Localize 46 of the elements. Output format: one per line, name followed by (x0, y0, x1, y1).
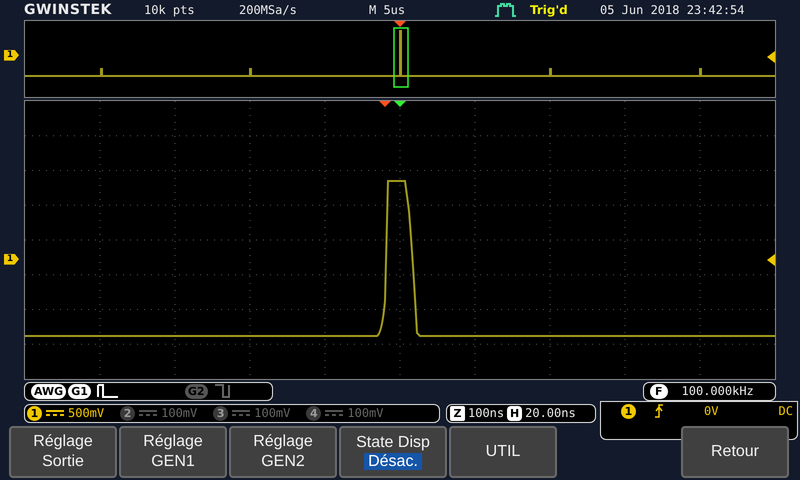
horizontal-position-icon (394, 100, 406, 107)
zoom-window (393, 26, 409, 88)
trigger-coupling: DC (778, 404, 793, 418)
channel-badge: 3 (213, 406, 228, 421)
frequency-badge: F (650, 384, 668, 399)
date-time: 05 Jun 2018 23:42:54 (600, 2, 746, 17)
channel-scale: 100mV (161, 406, 198, 420)
softkey-button[interactable]: Réglage GEN2 (229, 426, 337, 478)
dc-coupling-icon (139, 409, 158, 418)
dc-coupling-icon (232, 409, 250, 418)
softkey-button[interactable]: Retour (681, 426, 789, 478)
channel-scale: 100mV (347, 406, 384, 420)
zoom-scale: 100ns (468, 406, 504, 420)
pulse-icon (96, 384, 119, 398)
channel-badge: 1 (27, 406, 42, 421)
record-length: 10k pts (144, 2, 196, 17)
softkey-button[interactable]: Réglage GEN1 (119, 426, 227, 478)
trigger-position-icon (394, 20, 406, 27)
channel-scale: 500mV (68, 406, 104, 420)
channel-marker: 1 (4, 50, 19, 61)
brand-logo: GWINSTEK (24, 2, 113, 18)
softkey-button[interactable]: UTIL (449, 426, 557, 478)
rising-edge-icon (654, 404, 664, 418)
channel-badge: 2 (120, 406, 136, 421)
trigger-source: 1 (621, 404, 636, 419)
generator-badge: G1 (68, 384, 91, 399)
ground-level-icon (767, 254, 775, 266)
ground-level-icon (767, 50, 775, 63)
generator-badge: G2 (184, 384, 208, 399)
trigger-level: 0V (704, 404, 718, 418)
trigger-position-icon (379, 100, 391, 107)
sample-rate: 200MSa/s (239, 2, 298, 17)
awg-badge: AWG (31, 384, 66, 399)
position-badge: H (507, 406, 522, 421)
softkey-button[interactable]: State Disp Désac. (339, 426, 447, 478)
dc-coupling-icon (46, 409, 64, 418)
channel-marker: 1 (4, 254, 19, 265)
channel-badge: 4 (306, 406, 322, 421)
zoom-position: 20.00ns (525, 406, 576, 420)
softkey-button[interactable]: Réglage Sortie (9, 426, 117, 478)
channel-scale: 100mV (254, 406, 290, 420)
trigger-status: Trig'd (530, 2, 569, 17)
frequency-value: 100.000kHz (682, 384, 754, 398)
timebase: M 5us (369, 2, 406, 17)
dc-coupling-icon (325, 409, 344, 418)
zoom-badge: Z (450, 406, 465, 421)
